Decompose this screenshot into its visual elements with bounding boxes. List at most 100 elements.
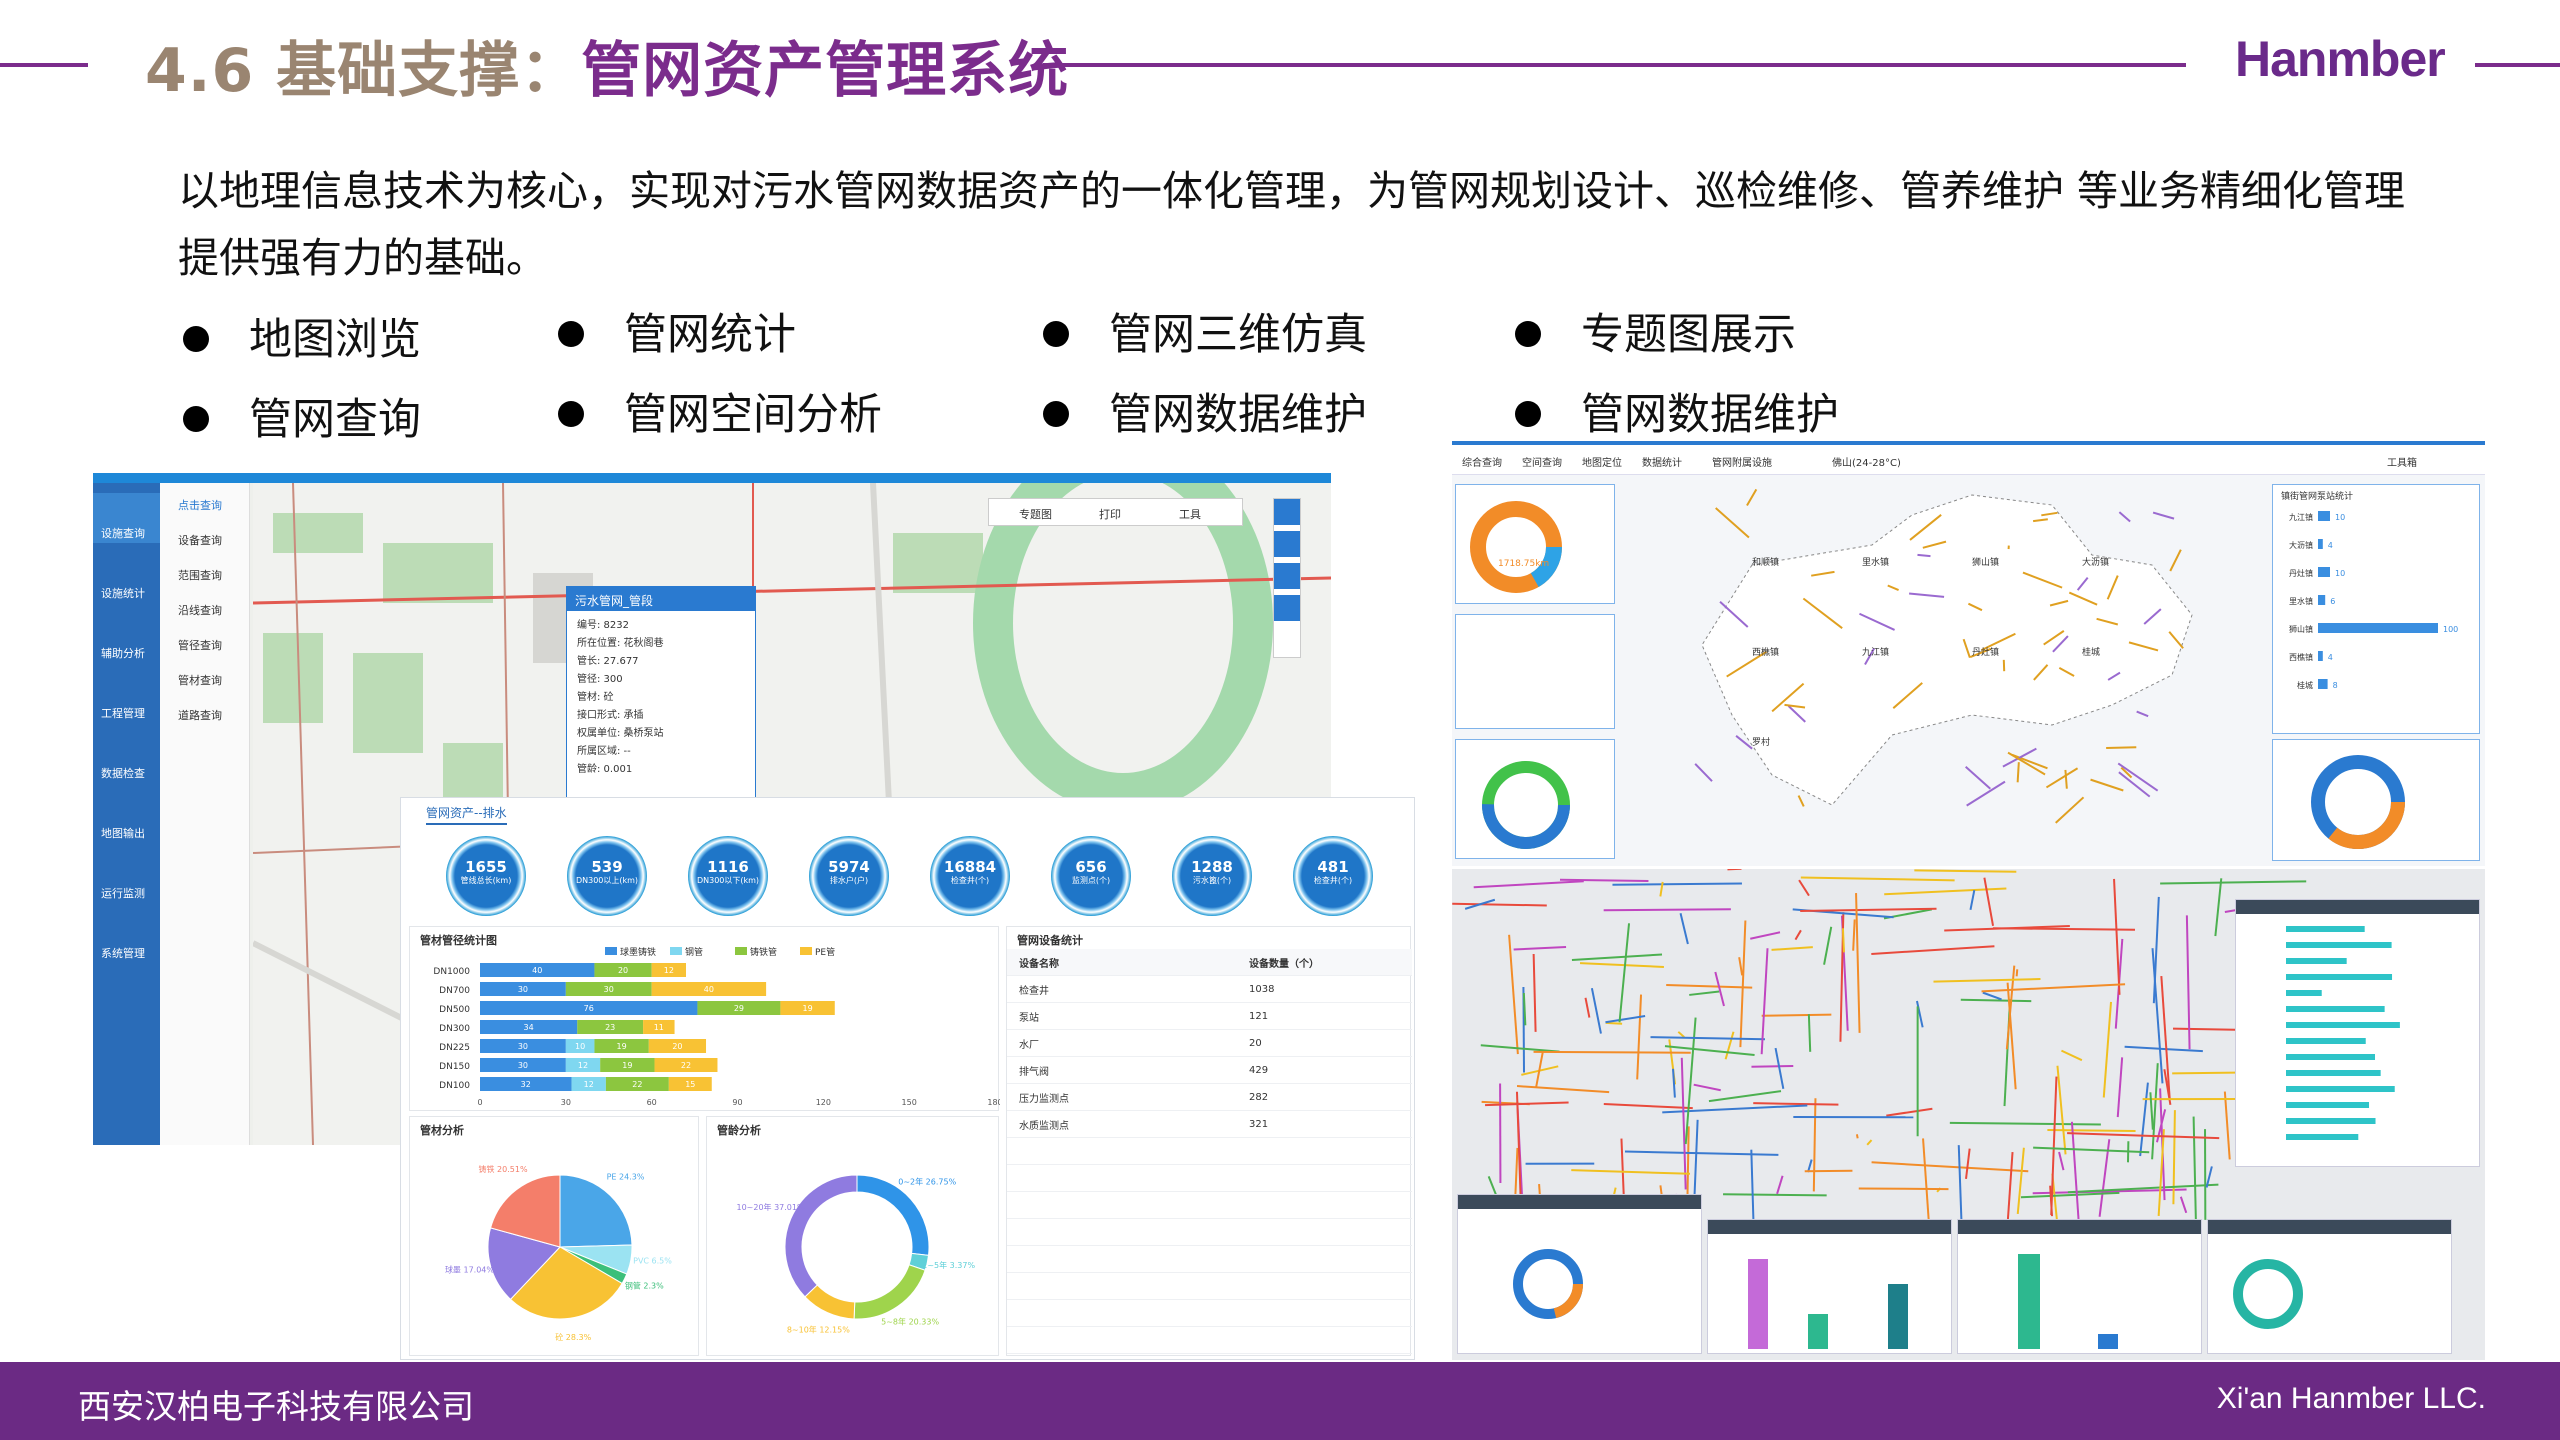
town-bar-label: 狮山镇 xyxy=(2289,624,2313,634)
tab-item[interactable]: 综合查询 xyxy=(1462,454,1502,469)
bar-value: 30 xyxy=(518,985,528,994)
kpi-circle: 1655 管线总长(km) xyxy=(446,836,526,916)
pipe-line xyxy=(1804,1169,1853,1173)
subnav-item[interactable]: 管径查询 xyxy=(178,637,222,653)
pipe-line xyxy=(2113,878,2121,995)
pipe-line xyxy=(2151,1063,2159,1160)
town-bar-value: 6 xyxy=(2330,597,2335,606)
sidebar-item[interactable]: 地图输出 xyxy=(101,825,145,841)
town-bar-title: 镇街管网泵站统计 xyxy=(2281,492,2354,502)
district-bar xyxy=(2286,1118,2376,1124)
age-donut-chart: 0~2年 26.75% 2~5年 3.37% 5~8年 20.33% 8~10年 12… xyxy=(736,1174,975,1335)
pipe-line xyxy=(1933,978,2041,983)
sidebar-item[interactable]: 数据检查 xyxy=(101,765,145,781)
x-tick: 120 xyxy=(816,1098,831,1107)
tab-asset-drainage[interactable]: 管网资产--排水 xyxy=(426,804,507,825)
bar-value: 32 xyxy=(521,1080,531,1089)
pipe-line xyxy=(2136,710,2149,718)
subnav-item[interactable]: 设备查询 xyxy=(178,532,222,548)
pipe-line xyxy=(2149,1092,2154,1130)
table-cell: 设备数量（个） xyxy=(1249,958,1319,970)
bullet-icon xyxy=(1043,400,1069,427)
company-name-en: Xi'an Hanmber LLC. xyxy=(2216,1382,2486,1415)
table-row: 泵站 121 xyxy=(1007,1003,1412,1030)
subnav-item[interactable]: 点击查询 xyxy=(178,497,222,513)
town-bar xyxy=(2318,539,2323,549)
sidebar-item[interactable]: 系统管理 xyxy=(101,945,145,961)
sidebar-item[interactable]: 设施查询 xyxy=(101,525,145,541)
pipe-line xyxy=(2118,511,2131,523)
pipe-line xyxy=(1949,1121,2101,1126)
pipe-line xyxy=(1473,880,1584,889)
pipe-line xyxy=(2116,1057,2124,1118)
tab-item[interactable]: 数据统计 xyxy=(1642,454,1682,469)
table-cell: 设备名称 xyxy=(1019,958,1059,970)
town-ring-card xyxy=(2272,739,2480,861)
sidebar-item[interactable]: 辅助分析 xyxy=(101,645,145,661)
kpi-label: DN300以上(km) xyxy=(575,876,639,885)
toolbar-thematic[interactable]: 专题图 xyxy=(1019,506,1052,522)
pipe-line xyxy=(2151,948,2164,1084)
pipe-line xyxy=(1715,507,1750,539)
tab-item[interactable]: 空间查询 xyxy=(1522,454,1562,469)
pipe-line xyxy=(1981,983,2126,993)
pipe-line xyxy=(2033,1146,2150,1154)
layers-button[interactable] xyxy=(1274,595,1300,621)
kpi-circle: 1288 污水篦(个) xyxy=(1172,836,1252,916)
table-cell: 429 xyxy=(1249,1064,1269,1076)
zoom-in-button[interactable] xyxy=(1274,499,1300,525)
subnav-item[interactable]: 沿线查询 xyxy=(178,602,222,618)
bar-value: 19 xyxy=(622,1061,632,1070)
length-ring-card: 1718.75km xyxy=(1455,484,1615,604)
pipe-line xyxy=(1636,994,1643,1080)
zoom-out-button[interactable] xyxy=(1274,531,1300,557)
kpi-circle: 539 DN300以上(km) xyxy=(567,836,647,916)
district-bar xyxy=(2286,958,2347,964)
subnav-item[interactable]: 管材查询 xyxy=(178,672,222,688)
pipe-line xyxy=(1871,945,1995,955)
tab-item[interactable]: 管网附属设施 xyxy=(1712,454,1772,469)
pipe-line xyxy=(1807,1014,1812,1052)
bar-category: DN150 xyxy=(439,1062,470,1072)
slide: 4.6 基础支撑：管网资产管理系统 Hanmber 以地理信息技术为核心，实现对… xyxy=(0,0,2560,1440)
city-map-screenshot xyxy=(1452,869,2485,1360)
kpi-row: 1655 管线总长(km) 539 DN300以上(km) 1116 DN300以下(km… xyxy=(401,828,1414,923)
pipe-line xyxy=(2179,1196,2188,1214)
pipe-line xyxy=(1969,889,1976,911)
sidebar-item[interactable]: 工程管理 xyxy=(101,705,145,721)
sidebar-item[interactable]: 设施统计 xyxy=(101,585,145,601)
pipe-line xyxy=(1603,1103,1693,1110)
feature-item: 管网统计 xyxy=(558,300,796,362)
toolbar-print[interactable]: 打印 xyxy=(1099,506,1121,522)
toolbox-button[interactable]: 工具箱 xyxy=(2387,454,2417,469)
bar-value: 20 xyxy=(672,1042,682,1051)
bar-value: 30 xyxy=(518,1042,528,1051)
kpi-circle: 16884 检查井(个) xyxy=(930,836,1010,916)
feature-item: 专题图展示 xyxy=(1515,300,1796,362)
stats-panel: 管网资产--排水 1655 管线总长(km) 539 DN300以上(km) 1116 D… xyxy=(400,797,1415,1360)
town-ring-chart xyxy=(2311,755,2405,849)
pipe-line xyxy=(1584,997,1591,1018)
refresh-button[interactable] xyxy=(1274,563,1300,589)
tab-item[interactable]: 地图定位 xyxy=(1582,454,1622,469)
pipe-line xyxy=(1694,763,1713,782)
legend-label: PE管 xyxy=(815,946,835,958)
subnav: 点击查询 设备查询 范围查询 沿线查询 管径查询 管材查询 道路查询 xyxy=(160,483,250,1145)
sidebar-item[interactable]: 运行监测 xyxy=(101,885,145,901)
slice-label: 钢管 2.3% xyxy=(625,1281,664,1291)
kpi-value: 1655 xyxy=(465,858,507,876)
table-row-empty xyxy=(1007,1273,1412,1300)
table-row-empty xyxy=(1007,1300,1412,1327)
dashboard-toolbar: 综合查询 空间查询 地图定位 数据统计 管网附属设施 佛山(24-28°C) 工… xyxy=(1452,445,2485,475)
subnav-item[interactable]: 道路查询 xyxy=(178,707,222,723)
town-label: 丹灶镇 xyxy=(1972,646,1999,658)
legend-swatch xyxy=(735,947,747,955)
bullet-icon xyxy=(558,400,584,427)
bullet-icon xyxy=(183,405,209,432)
subnav-item[interactable]: 范围查询 xyxy=(178,567,222,583)
feature-item: 管网空间分析 xyxy=(558,380,882,442)
bar-value: 11 xyxy=(654,1023,664,1032)
toolbar-tools[interactable]: 工具 xyxy=(1179,506,1201,522)
donut-title: 管龄分析 xyxy=(717,1124,761,1137)
pipe-line xyxy=(1841,928,1845,953)
